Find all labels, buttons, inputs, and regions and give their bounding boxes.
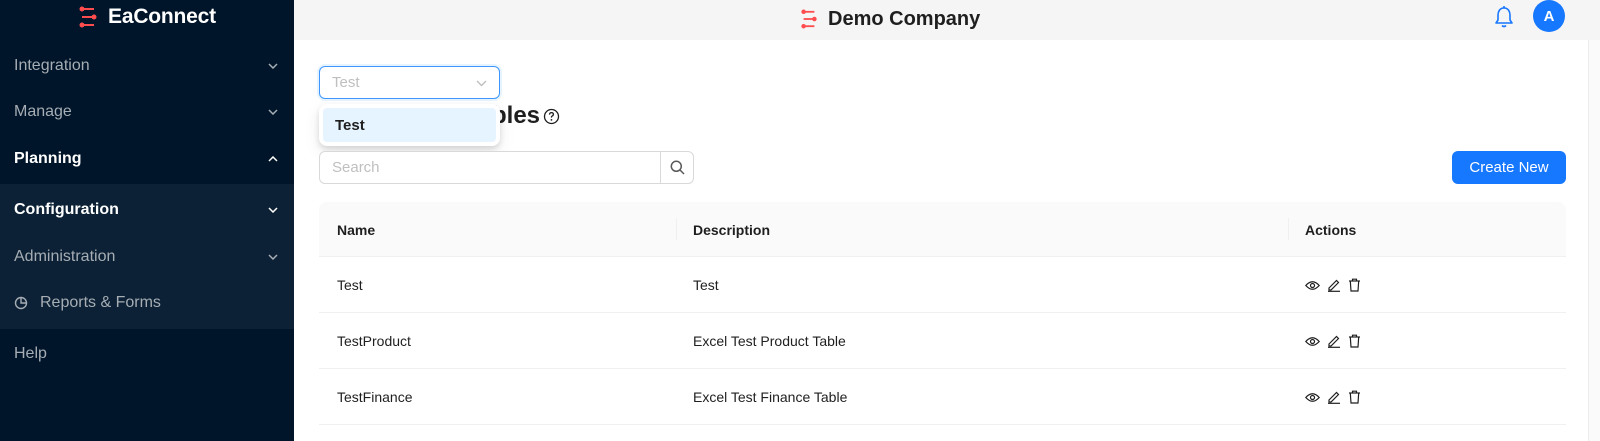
trash-icon[interactable] [1347, 334, 1362, 349]
eye-icon[interactable] [1305, 278, 1320, 293]
eye-icon[interactable] [1305, 334, 1320, 349]
sidebar-item-label: Planning [14, 150, 82, 167]
chevron-down-icon [266, 105, 280, 119]
company-switcher[interactable]: Demo Company [800, 4, 980, 34]
create-new-button[interactable]: Create New [1452, 151, 1566, 184]
table-row: TestFinance Excel Test Finance Table [319, 369, 1566, 425]
edit-icon[interactable] [1326, 334, 1341, 349]
sidebar-item-label: Integration [14, 57, 90, 74]
cell-description: Excel Test Finance Table [693, 389, 848, 405]
eye-icon[interactable] [1305, 390, 1320, 405]
sidebar: EaConnect Integration Manage Planning Co… [0, 0, 294, 441]
company-logo-icon [801, 9, 817, 29]
edit-icon[interactable] [1326, 278, 1341, 293]
cell-actions [1305, 313, 1362, 369]
question-circle-icon[interactable] [543, 108, 560, 125]
column-divider [676, 218, 677, 240]
sidebar-item-label: Manage [14, 103, 72, 120]
column-header-name: Name [337, 221, 376, 238]
table-group-select[interactable]: Test [319, 66, 500, 99]
sidebar-item-help[interactable]: Help [0, 331, 294, 377]
sidebar-item-administration[interactable]: Administration [0, 234, 294, 280]
table-row: TestProduct Excel Test Product Table [319, 313, 1566, 369]
scrollbar[interactable] [1588, 40, 1600, 441]
sidebar-item-manage[interactable]: Manage [0, 89, 294, 135]
select-value: Test [332, 74, 360, 91]
cell-name: TestFinance [337, 389, 413, 405]
search-icon [670, 160, 685, 175]
select-dropdown: Test [319, 104, 500, 146]
table-header: Name Description Actions [319, 202, 1566, 257]
sidebar-item-integration[interactable]: Integration [0, 43, 294, 89]
sidebar-item-label: Help [14, 345, 47, 362]
search-input[interactable] [319, 151, 660, 184]
table-row: Test Test [319, 257, 1566, 313]
search-button[interactable] [660, 151, 694, 184]
sidebar-item-label: Reports & Forms [40, 294, 161, 311]
cell-name: TestProduct [337, 333, 411, 349]
company-name: Demo Company [828, 7, 981, 30]
column-header-actions: Actions [1305, 221, 1357, 238]
sidebar-item-reports-forms[interactable]: Reports & Forms [0, 280, 294, 326]
column-header-description: Description [693, 221, 771, 238]
chevron-down-icon [266, 250, 280, 264]
chevron-up-icon [266, 152, 280, 166]
trash-icon[interactable] [1347, 278, 1362, 293]
data-table: Name Description Actions Test Test TestP… [319, 202, 1566, 425]
pie-chart-icon [14, 295, 30, 311]
cell-name: Test [337, 277, 363, 293]
brand-logo-icon [79, 6, 97, 28]
avatar[interactable]: A [1533, 0, 1565, 32]
bell-icon[interactable] [1493, 5, 1515, 29]
sidebar-item-label: Administration [14, 248, 116, 265]
chevron-down-icon [266, 59, 280, 73]
trash-icon[interactable] [1347, 390, 1362, 405]
search-group [319, 151, 694, 184]
column-divider [1288, 218, 1289, 240]
sidebar-item-planning[interactable]: Planning [0, 136, 294, 182]
brand-logo[interactable]: EaConnect [0, 0, 294, 34]
brand-name: EaConnect [108, 5, 216, 28]
cell-description: Test [693, 277, 719, 293]
edit-icon[interactable] [1326, 390, 1341, 405]
chevron-down-icon [476, 74, 487, 92]
chevron-down-icon [266, 203, 280, 217]
select-option[interactable]: Test [323, 108, 496, 142]
sidebar-item-configuration[interactable]: Configuration [0, 187, 294, 233]
sidebar-item-label: Configuration [14, 201, 119, 218]
cell-actions [1305, 257, 1362, 313]
cell-description: Excel Test Product Table [693, 333, 846, 349]
cell-actions [1305, 369, 1362, 425]
